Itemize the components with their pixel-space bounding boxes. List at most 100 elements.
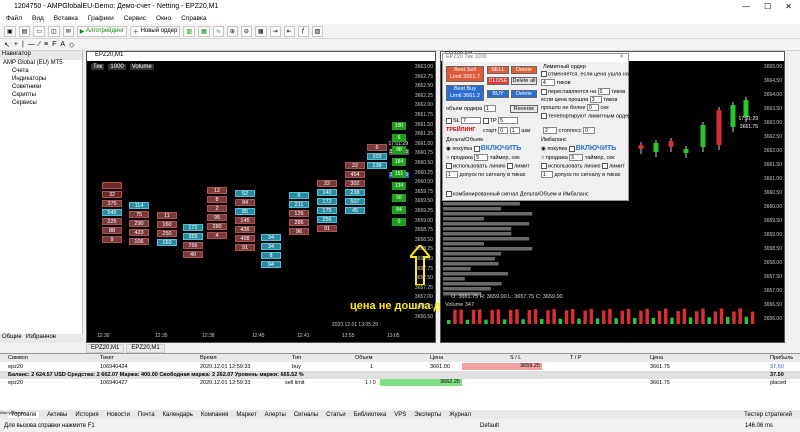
stoploss-input[interactable]: 0 bbox=[583, 127, 596, 134]
terminal-tab-1[interactable]: Активы bbox=[47, 412, 67, 418]
channel-icon[interactable]: ≡ bbox=[44, 41, 48, 48]
sl-input[interactable]: 7 bbox=[461, 117, 482, 124]
terminal-tab-8[interactable]: Алерты bbox=[265, 412, 286, 418]
volume-order-input[interactable]: 1 bbox=[483, 105, 496, 112]
vertical-line-icon[interactable]: | bbox=[22, 41, 24, 48]
cell-sl[interactable]: 3659.25 bbox=[462, 363, 542, 370]
chart1-tf-value[interactable]: 1000 bbox=[108, 64, 126, 70]
imb-timer-input[interactable]: 5 bbox=[569, 154, 584, 161]
reposition-input[interactable]: 0 bbox=[597, 88, 610, 95]
delta-limit-checkbox[interactable] bbox=[507, 163, 514, 169]
delta-enable-checkbox[interactable] bbox=[473, 145, 480, 152]
new-chart-icon[interactable]: ▣ bbox=[4, 25, 16, 37]
zoom-in-icon[interactable]: ⊕ bbox=[226, 25, 238, 37]
nav-item-account-server[interactable]: AMP Global (EU) MT5 bbox=[0, 60, 82, 68]
market-watch-icon[interactable]: ◫ bbox=[48, 25, 60, 37]
delete-sell-button[interactable]: Delete bbox=[511, 66, 537, 74]
col-ticket[interactable]: Тикет bbox=[100, 355, 114, 361]
buy-button[interactable]: BUY bbox=[487, 90, 509, 98]
profiles-icon[interactable]: ▤ bbox=[18, 25, 31, 37]
terminal-tab-14[interactable]: Журнал bbox=[449, 412, 471, 418]
shapes-icon[interactable]: ◇ bbox=[69, 41, 74, 49]
nav-tab-favorites[interactable]: Избранное bbox=[26, 334, 56, 343]
trailing-step-input[interactable]: 1 bbox=[509, 127, 520, 134]
table-row[interactable]: epz20 106940424 2020.12.01 12:59:33 buy … bbox=[0, 363, 800, 371]
shift-icon[interactable]: ⇤ bbox=[283, 25, 295, 37]
trendline-icon[interactable]: ⁄ bbox=[39, 41, 40, 48]
terminal-tab-11[interactable]: Библиотека bbox=[354, 412, 387, 418]
combined-checkbox[interactable] bbox=[446, 191, 452, 197]
indicators-icon[interactable]: ƒ bbox=[297, 25, 309, 37]
col-sl[interactable]: S / L bbox=[510, 355, 521, 361]
col-tp[interactable]: T / P bbox=[570, 355, 582, 361]
menu-window[interactable]: Окно bbox=[156, 15, 171, 22]
price-gone-input[interactable]: 3 bbox=[589, 96, 602, 103]
chart1-volume-select[interactable]: Volume bbox=[129, 64, 154, 70]
tile-windows-icon[interactable]: ▦ bbox=[254, 25, 267, 37]
menu-view[interactable]: Вид bbox=[32, 15, 44, 22]
table-row[interactable]: epz20 106940427 2020.12.01 12:59:33 sell… bbox=[0, 379, 800, 387]
terminal-tab-6[interactable]: Компания bbox=[201, 412, 228, 418]
scroll-icon[interactable]: ⇥ bbox=[269, 25, 281, 37]
terminal-tab-7[interactable]: Маркет bbox=[236, 412, 256, 418]
col-price[interactable]: Цена bbox=[430, 355, 443, 361]
folder-icon[interactable]: ▭ bbox=[33, 25, 46, 37]
imb-buy-radio[interactable]: покупка bbox=[547, 146, 567, 152]
line-chart-icon[interactable]: ∿ bbox=[212, 25, 224, 37]
panel-close-icon[interactable]: ✕ bbox=[619, 54, 624, 62]
delta-tolerance-input[interactable]: 1 bbox=[446, 171, 458, 178]
chart-tab-2[interactable]: EPZ20,M1 bbox=[126, 344, 165, 353]
imb-limit-checkbox[interactable] bbox=[602, 163, 609, 169]
nav-item-accounts[interactable]: Счета bbox=[0, 68, 82, 76]
delta-buy-radio[interactable]: покупка bbox=[452, 146, 472, 152]
nav-tab-general[interactable]: Общие bbox=[2, 334, 22, 343]
imb-enable-checkbox[interactable] bbox=[568, 145, 575, 152]
imb-tolerance-input[interactable]: 1 bbox=[541, 171, 553, 178]
stoploss-value-input[interactable]: 2 bbox=[543, 127, 557, 134]
cancel-if-checkbox[interactable] bbox=[541, 71, 547, 77]
delta-sell-radio[interactable]: продажа bbox=[451, 155, 473, 161]
algo-trading-button[interactable]: ▶ Алготрейдинг bbox=[76, 25, 127, 37]
chart-tab-1[interactable]: EPZ20,M1 bbox=[86, 344, 125, 353]
tp-input[interactable]: 5 bbox=[498, 117, 519, 124]
tp-checkbox[interactable] bbox=[482, 117, 489, 124]
col-symbol[interactable]: Символ bbox=[8, 355, 28, 361]
menu-help[interactable]: Справка bbox=[181, 15, 207, 22]
reposition-checkbox[interactable] bbox=[541, 88, 547, 95]
nav-item-experts[interactable]: Советники bbox=[0, 84, 82, 92]
new-order-button[interactable]: ＋ Новый ордер bbox=[129, 25, 181, 37]
cell-price[interactable]: 3662.25 bbox=[380, 379, 462, 386]
col-type[interactable]: Тип bbox=[292, 355, 301, 361]
zoom-out-icon[interactable]: ⊖ bbox=[240, 25, 252, 37]
reverse-button[interactable]: Reverse bbox=[510, 105, 538, 113]
close-button[interactable]: ✕ bbox=[785, 2, 792, 11]
bar-chart-icon[interactable]: ▥ bbox=[183, 25, 196, 37]
col-price2[interactable]: Цена bbox=[650, 355, 663, 361]
navigator-icon[interactable]: ✉ bbox=[62, 25, 74, 37]
footprint-chart-window[interactable]: EPZ20,M1 Тик 1000 Volume 32 375 545 225 88 9 1… bbox=[86, 51, 465, 343]
col-volume[interactable]: Объем bbox=[355, 355, 373, 361]
best-sell-limit-button[interactable]: Best Sell Limit 3661.7 bbox=[446, 66, 484, 82]
passed-sec-input[interactable]: 0 bbox=[586, 104, 599, 111]
horizontal-line-icon[interactable]: — bbox=[28, 41, 35, 48]
terminal-tab-12[interactable]: VPS bbox=[394, 412, 406, 418]
col-time[interactable]: Время bbox=[200, 355, 217, 361]
delta-use-line-checkbox[interactable] bbox=[446, 163, 452, 169]
nav-item-services[interactable]: Сервисы bbox=[0, 100, 82, 108]
minimize-button[interactable]: — bbox=[742, 2, 750, 11]
strategy-tester-tab[interactable]: Тестер стратегий bbox=[744, 412, 792, 418]
terminal-tab-3[interactable]: Новости bbox=[107, 412, 130, 418]
terminal-tab-5[interactable]: Календарь bbox=[163, 412, 193, 418]
menu-service[interactable]: Сервис bbox=[124, 15, 146, 22]
text-icon[interactable]: A bbox=[60, 41, 65, 48]
delta-timer-input[interactable]: 5 bbox=[474, 154, 489, 161]
menu-file[interactable]: Файл bbox=[6, 15, 22, 22]
menu-insert[interactable]: Вставка bbox=[54, 15, 78, 22]
sell-button[interactable]: SELL bbox=[487, 66, 509, 74]
cursor-icon[interactable]: ↖ bbox=[4, 41, 10, 49]
sl-checkbox[interactable] bbox=[446, 117, 452, 124]
imb-use-line-checkbox[interactable] bbox=[541, 163, 547, 169]
best-buy-limit-button[interactable]: Best Buy Limit 3661.2 bbox=[446, 85, 484, 101]
candle-chart-icon[interactable]: ▦ bbox=[198, 25, 210, 37]
maximize-button[interactable]: ☐ bbox=[764, 2, 771, 11]
